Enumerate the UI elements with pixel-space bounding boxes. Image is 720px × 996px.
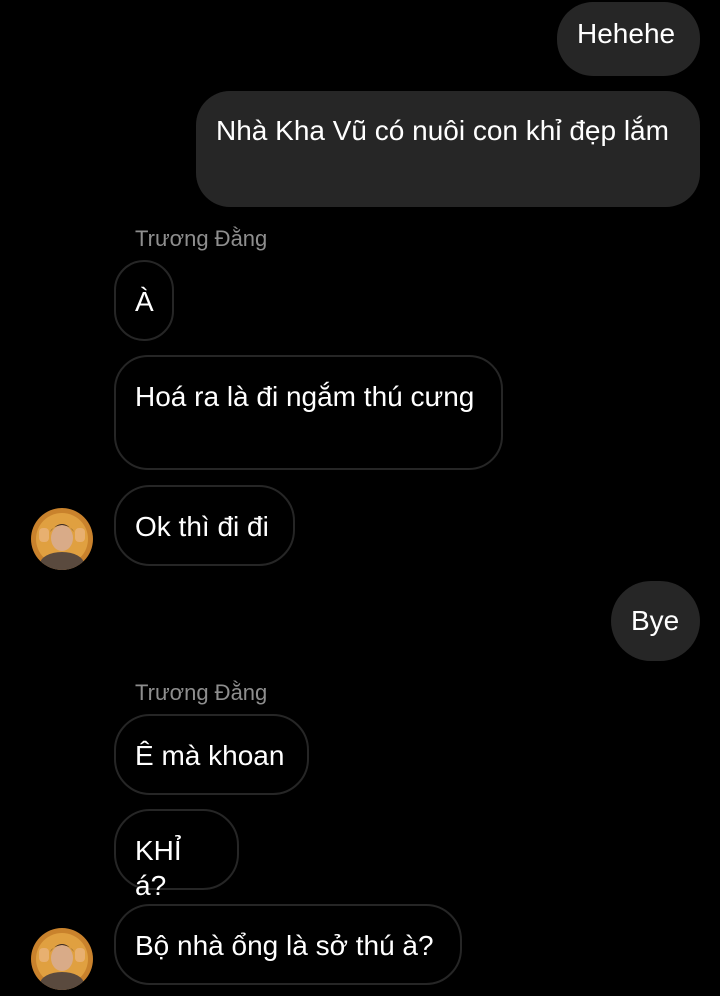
sender-name: Trương Đằng xyxy=(135,680,268,705)
message-bubble-received[interactable]: KHỈ á? xyxy=(114,809,239,901)
message-bubble-sent[interactable]: Bye xyxy=(611,581,700,661)
message-bubble-received[interactable]: Hoá ra là đi ngắm thú cưng xyxy=(114,355,503,470)
message-text: À xyxy=(135,286,154,317)
avatar[interactable] xyxy=(31,508,93,570)
message-text: Bye xyxy=(631,605,680,636)
message-bubble-sent[interactable]: Hehehe xyxy=(557,2,700,76)
message-text: Bộ nhà ổng là sở thú à? xyxy=(135,930,434,961)
avatar[interactable] xyxy=(31,928,93,990)
avatar-photo-icon xyxy=(31,928,93,990)
message-text: Nhà Kha Vũ có nuôi con khỉ đẹp lắm xyxy=(216,115,669,146)
message-bubble-received[interactable]: À xyxy=(114,260,174,341)
message-bubble-sent[interactable]: Nhà Kha Vũ có nuôi con khỉ đẹp lắm xyxy=(196,91,700,207)
message-text: KHỈ á? xyxy=(135,835,182,901)
sender-name: Trương Đằng xyxy=(135,226,268,251)
message-bubble-received[interactable]: Ê mà khoan xyxy=(114,714,309,795)
message-text: Hehehe xyxy=(577,18,676,49)
message-text: Hoá ra là đi ngắm thú cưng xyxy=(135,381,475,412)
avatar-photo-icon xyxy=(31,508,93,570)
message-bubble-received[interactable]: Bộ nhà ổng là sở thú à? xyxy=(114,904,462,985)
message-text: Ê mà khoan xyxy=(135,740,285,771)
message-bubble-received[interactable]: Ok thì đi đi xyxy=(114,485,295,566)
message-text: Ok thì đi đi xyxy=(135,511,269,542)
